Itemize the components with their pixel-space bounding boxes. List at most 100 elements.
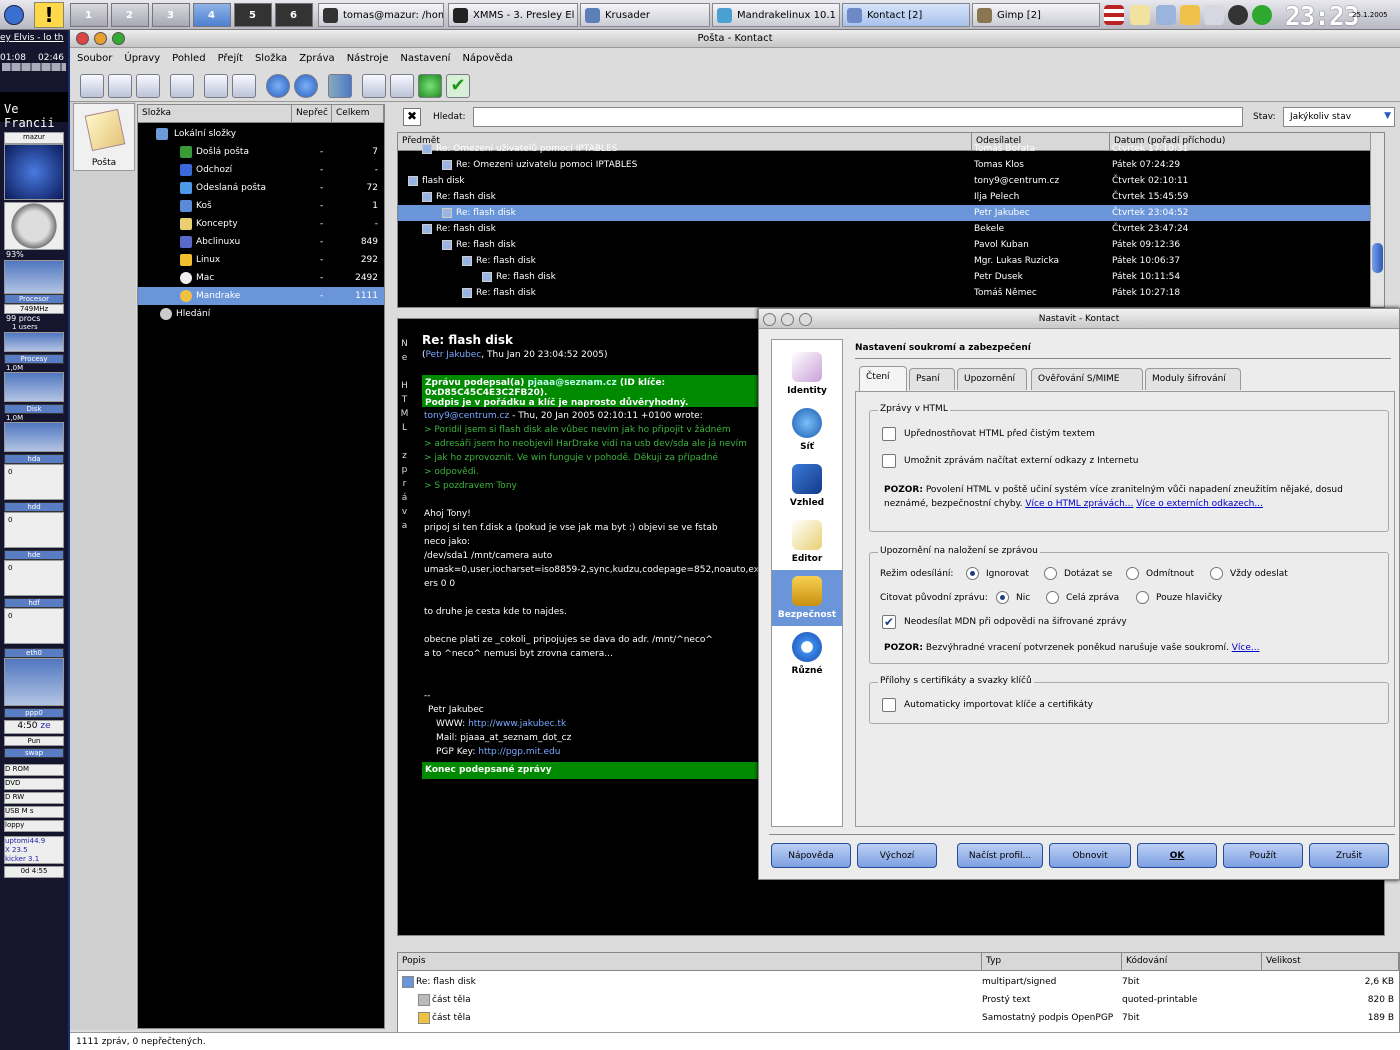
dvd-button[interactable]: DVD [4,778,64,790]
link-external-refs[interactable]: Více o externích odkazech... [1136,499,1263,509]
attachment-row[interactable]: část těla Samostatný podpis OpenPGP 7bit 18… [398,1009,1398,1027]
radio-deny[interactable] [1126,567,1139,580]
folder-header-name[interactable]: Složka [138,105,292,123]
link-html-messages[interactable]: Více o HTML zprávách... [1025,499,1133,509]
cancel-button[interactable]: Zrušit [1309,843,1389,868]
message-list-scrollbar[interactable] [1370,133,1384,307]
new-message-icon[interactable] [80,74,104,98]
task-mandrake[interactable]: Mandrakelinux 10.1 C [712,3,840,27]
tab-crypto-modules[interactable]: Moduly šifrování [1145,368,1241,390]
category-appearance[interactable]: Vzhled [772,458,842,514]
task-gimp[interactable]: Gimp [2] [972,3,1100,27]
ok-button[interactable]: OK [1137,843,1217,868]
task-terminal[interactable]: tomas@mazur: /home [318,3,444,27]
dialog-minimize-button[interactable] [781,313,794,326]
att-col-desc[interactable]: Popis [398,953,982,971]
radio-whole[interactable] [1046,591,1059,604]
auto-import-label[interactable]: Automaticky importovat klíče a certifiká… [904,700,1093,710]
cdrw-button[interactable]: D RW [4,792,64,804]
folder-header-total[interactable]: Celkem [332,105,384,123]
radio-deny-label[interactable]: Odmítnout [1146,569,1194,579]
folder-root[interactable]: Lokální složky [138,125,384,143]
warning-icon[interactable]: ! [34,2,64,28]
desktop-6[interactable]: 6 [275,3,313,27]
minimize-window-button[interactable] [94,32,107,45]
dialog-titlebar[interactable]: Nastavit - Kontact [759,309,1399,329]
folder-trash[interactable]: Koš -1 [138,197,384,215]
radio-headers-label[interactable]: Pouze hlavičky [1156,593,1222,603]
external-refs-label[interactable]: Umožnit zprávám načítat externí odkazy z… [904,456,1139,466]
attachment-row[interactable]: Re: flash disk multipart/signed 7bit 2,6 KB [398,973,1398,991]
message-row[interactable]: flash disk tony9@centrum.cz Čtvrtek 02:10:… [398,173,1382,189]
category-identity[interactable]: Identity [772,346,842,402]
message-row[interactable]: Re: Omezeni uzivatelu pomoci IPTABLES Tom… [398,157,1382,173]
tab-smime[interactable]: Ověřování S/MIME [1031,368,1143,390]
flag-us-icon[interactable] [1104,5,1124,25]
xmms-controls[interactable] [2,63,66,71]
scrollbar-thumb[interactable] [1372,243,1383,273]
task-xmms[interactable]: XMMS - 3. Presley El [448,3,578,27]
keyboard-icon[interactable] [1130,5,1150,25]
dialog-close-button[interactable] [763,313,776,326]
category-misc[interactable]: Různé [772,626,842,682]
auto-import-checkbox[interactable] [882,698,896,712]
menu-nastroje[interactable]: Nástroje [340,50,394,64]
message-row[interactable]: Re: flash disk Tomáš Němec Pátek 10:27:18 [398,285,1382,301]
category-editor[interactable]: Editor [772,514,842,570]
message-row[interactable]: Re: flash disk Ilja Pelech Čtvrtek 15:45:5… [398,189,1382,205]
message-row[interactable]: Re: flash disk Pavol Kuban Pátek 09:12:36 [398,237,1382,253]
folder-inbox[interactable]: Došlá pošta -7 [138,143,384,161]
tab-upozorneni[interactable]: Upozornění [957,368,1027,390]
folder-linux[interactable]: Linux -292 [138,251,384,269]
att-col-type[interactable]: Typ [982,953,1122,971]
folder-mac[interactable]: Mac -2492 [138,269,384,287]
reply-all-icon[interactable] [204,74,228,98]
message-row[interactable]: Re: flash disk Petr Dusek Pátek 10:11:54 [398,269,1382,285]
link-more[interactable]: Více... [1232,643,1260,653]
clipboard-icon[interactable] [1180,5,1200,25]
folder-mandrake[interactable]: Mandrake -1111 [138,287,384,305]
tab-psani[interactable]: Psaní [909,368,955,390]
tab-cteni[interactable]: Čtení [859,366,907,391]
posta-button[interactable]: Pošta [73,103,135,171]
prefer-html-label[interactable]: Upřednostňovat HTML před čistým textem [904,429,1095,439]
task-kontact[interactable]: Kontact [2] [842,3,970,27]
clear-search-icon[interactable]: ✖ [403,108,421,126]
download-icon[interactable] [1228,5,1248,25]
folder-header-unread[interactable]: Nepřeč [292,105,332,123]
dialog-maximize-button[interactable] [799,313,812,326]
save-icon[interactable] [108,74,132,98]
radio-headers[interactable] [1136,591,1149,604]
next-icon[interactable] [294,74,318,98]
folder-sent[interactable]: Odeslaná pošta -72 [138,179,384,197]
menu-zprava[interactable]: Zpráva [292,50,339,64]
load-profile-button[interactable]: Načíst profil... [957,843,1043,868]
task-krusader[interactable]: Krusader [580,3,710,27]
floppy-button[interactable]: loppy [4,820,64,832]
prefer-html-checkbox[interactable] [882,427,896,441]
external-refs-checkbox[interactable] [882,454,896,468]
message-row[interactable]: Re: flash disk Petr Jakubec Čtvrtek 23:04:… [398,205,1382,221]
menu-prejit[interactable]: Přejít [211,50,248,64]
no-mdn-label[interactable]: Neodesílat MDN při odpovědi na šifrované… [904,617,1127,627]
desktop-3[interactable]: 3 [152,3,190,27]
desktop-5[interactable]: 5 [234,3,272,27]
folder-abclinuxu[interactable]: Abclinuxu -849 [138,233,384,251]
reply-icon[interactable] [170,74,194,98]
status-select[interactable]: Jakýkoliv stav ▼ [1283,107,1395,127]
desktop-1[interactable]: 1 [70,3,108,27]
radio-always[interactable] [1210,567,1223,580]
help-button[interactable]: Nápověda [771,843,851,868]
radio-always-label[interactable]: Vždy odeslat [1230,569,1288,579]
defaults-button[interactable]: Výchozí [857,843,937,868]
desktop-4[interactable]: 4 [193,3,231,27]
close-window-button[interactable] [76,32,89,45]
maximize-window-button[interactable] [112,32,125,45]
menu-nastaveni[interactable]: Nastavení [393,50,455,64]
find-icon[interactable] [362,74,386,98]
flower-icon[interactable] [1252,5,1272,25]
volume-icon[interactable] [1156,5,1176,25]
search-input[interactable] [473,107,1243,127]
radio-nothing-label[interactable]: Nic [1016,593,1030,603]
category-security[interactable]: Bezpečnost [772,570,842,626]
